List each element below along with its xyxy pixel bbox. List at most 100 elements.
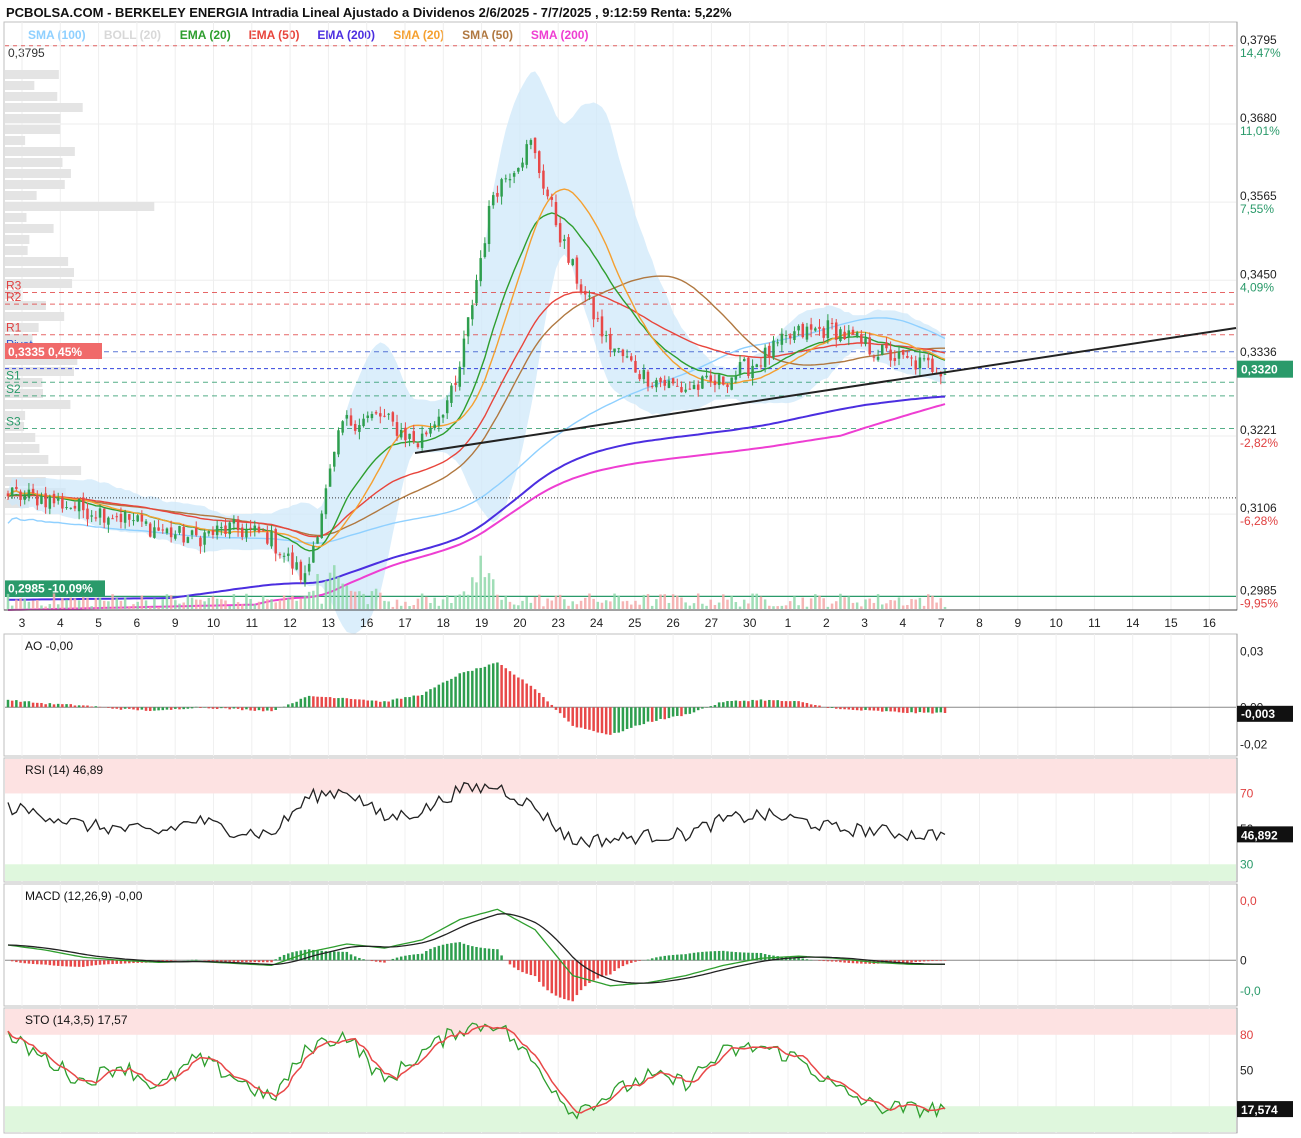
volume-bar [383, 600, 386, 609]
ao-bar [299, 698, 303, 708]
volume-profile-bar [5, 147, 75, 156]
candle-body [809, 324, 813, 330]
ao-bar [56, 703, 60, 708]
ao-bar [270, 707, 273, 712]
ao-bar [370, 700, 374, 708]
volume-bar [525, 596, 528, 609]
candle-body [186, 537, 190, 543]
macd-histogram-bar [23, 960, 26, 964]
candle-body [851, 329, 855, 335]
volume-bar [358, 591, 361, 609]
ao-bar [609, 707, 612, 735]
macd-histogram-bar [207, 960, 211, 961]
candle-body [194, 527, 198, 536]
legend-item[interactable]: SMA (50) [462, 28, 513, 42]
ao-bar [784, 701, 788, 708]
candle-body [148, 523, 152, 537]
macd-histogram-bar [395, 957, 399, 961]
macd-histogram-bar [169, 960, 173, 961]
x-tick-label: 1 [785, 616, 792, 630]
ao-bar [604, 707, 608, 735]
macd-histogram-bar [441, 944, 445, 961]
macd-histogram-bar [525, 960, 528, 974]
ao-bar [186, 707, 190, 709]
volume-bar [207, 597, 211, 609]
macd-histogram-bar [734, 952, 738, 961]
volume-profile-bar [5, 312, 65, 321]
candle-body [232, 519, 236, 524]
macd-histogram-bar [696, 952, 700, 961]
candle-body [475, 280, 478, 304]
volume-bar [722, 594, 725, 609]
volume-bar [274, 602, 277, 609]
candle-body [742, 358, 746, 362]
x-tick-label: 26 [666, 616, 680, 630]
ao-bar [809, 704, 813, 708]
volume-bar [115, 598, 119, 609]
candle-body [236, 519, 240, 531]
legend-item[interactable]: BOLL (20) [104, 28, 161, 42]
macd-histogram-bar [77, 960, 81, 967]
legend-item[interactable]: SMA (200) [531, 28, 589, 42]
legend-item[interactable]: SMA (20) [393, 28, 444, 42]
macd-histogram-bar [404, 955, 407, 961]
candle-body [881, 344, 884, 356]
macd-histogram-bar [379, 960, 382, 963]
macd-histogram-bar [48, 960, 52, 966]
bollinger-band [8, 71, 945, 634]
volume-bar [337, 576, 340, 609]
ao-bar [316, 696, 319, 708]
ao-bar [584, 707, 587, 730]
macd-histogram-bar [337, 951, 340, 961]
candle-body [98, 508, 102, 518]
candle-body [600, 316, 604, 337]
ao-bar [178, 707, 181, 710]
ao-bar [517, 677, 520, 708]
candle-body [374, 412, 378, 414]
ao-bar [36, 702, 39, 708]
volume-bar [458, 594, 462, 609]
volume-bar [609, 601, 612, 609]
ao-bar [759, 699, 763, 708]
candle-body [299, 561, 303, 580]
candle-body [784, 334, 788, 336]
volume-bar [161, 599, 165, 609]
candle-body [420, 433, 424, 448]
macd-axis-label: 0,0 [1240, 894, 1257, 908]
ao-bar [847, 707, 851, 710]
volume-bar [391, 606, 395, 609]
volume-bar [738, 606, 742, 609]
ao-bar [249, 707, 252, 711]
volume-bar [826, 606, 830, 609]
volume-bar [471, 577, 474, 609]
ao-bar [738, 701, 742, 708]
volume-bar [483, 577, 487, 609]
volume-bar [190, 597, 194, 609]
candle-body [659, 378, 662, 383]
x-tick-label: 10 [1049, 616, 1063, 630]
candle-body [830, 322, 834, 324]
candle-body [872, 356, 876, 358]
macd-histogram-bar [261, 960, 265, 963]
ao-bar [638, 707, 641, 726]
legend-item[interactable]: EMA (50) [249, 28, 300, 42]
candle-body [291, 552, 294, 569]
volume-bar [475, 582, 478, 609]
ao-bar [345, 698, 349, 708]
candle-body [169, 527, 173, 538]
volume-bar [922, 605, 926, 609]
ao-bar [65, 704, 68, 708]
volume-bar [688, 605, 692, 609]
ao-bar [546, 701, 549, 708]
ao-bar [190, 707, 194, 709]
macd-histogram-bar [98, 960, 102, 965]
x-tick-label: 30 [743, 616, 757, 630]
volume-bar [768, 605, 771, 609]
ao-bar [404, 697, 407, 708]
legend-item[interactable]: EMA (20) [180, 28, 231, 42]
macd-histogram-bar [36, 960, 39, 965]
macd-histogram-bar [466, 945, 470, 961]
volume-profile-bar [5, 70, 59, 79]
candle-body [408, 433, 411, 439]
legend-item[interactable]: SMA (100) [28, 28, 86, 42]
